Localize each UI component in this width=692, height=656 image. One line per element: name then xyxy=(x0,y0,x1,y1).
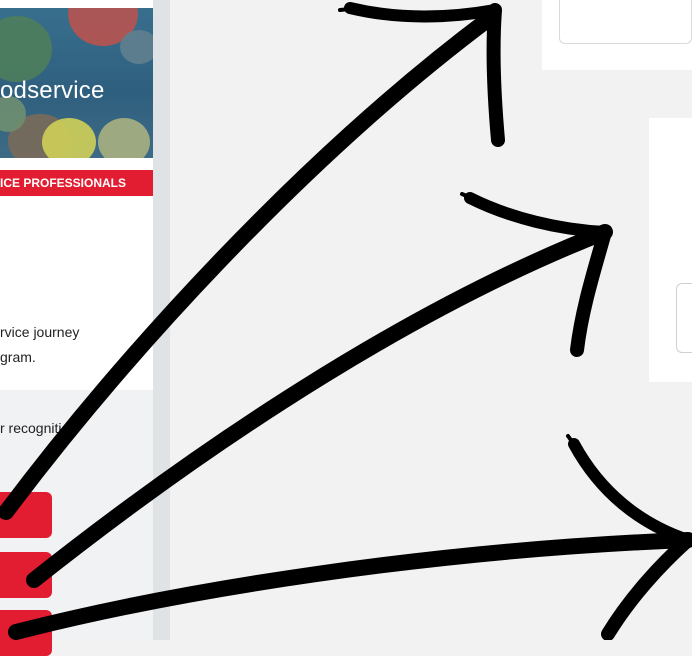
sidebar: odservice ICE PROFESSIONALS rvice journe… xyxy=(0,0,170,656)
produce-shape xyxy=(42,118,96,158)
produce-shape xyxy=(0,16,52,82)
description-line-2: gram. xyxy=(0,349,36,365)
description-line-1: rvice journey xyxy=(0,324,80,340)
middle-panel-input[interactable] xyxy=(676,283,692,353)
action-button-2[interactable] xyxy=(0,552,52,598)
recognition-text: r recognition xyxy=(0,420,78,436)
hero-title: odservice xyxy=(0,77,105,104)
produce-shape xyxy=(120,30,153,64)
professionals-ribbon: ICE PROFESSIONALS xyxy=(0,170,153,196)
top-panel-input[interactable] xyxy=(559,0,692,44)
produce-shape xyxy=(98,118,150,158)
hero-image: odservice xyxy=(0,8,153,158)
action-button-1[interactable] xyxy=(0,492,52,538)
action-button-3[interactable] xyxy=(0,610,52,656)
